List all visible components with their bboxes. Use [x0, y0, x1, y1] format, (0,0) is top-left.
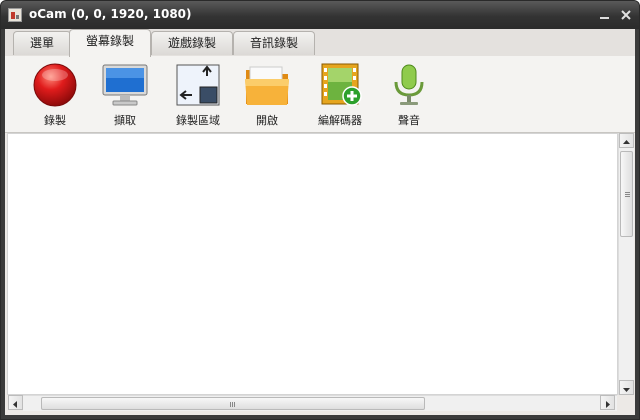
open-label: 開啟: [256, 114, 278, 127]
arrow-right-icon: [606, 401, 610, 408]
scroll-right-button[interactable]: [600, 395, 615, 410]
codec-label: 編解碼器: [318, 114, 362, 127]
capture-label: 擷取: [114, 114, 136, 127]
tab-audio-record[interactable]: 音訊錄製: [233, 31, 315, 55]
record-button[interactable]: 錄製: [27, 56, 83, 132]
toolbar: 錄製 擷取 錄製區域 開啟 編解碼器 聲音: [5, 56, 635, 133]
scroll-left-button[interactable]: [8, 395, 23, 410]
open-button[interactable]: 開啟: [241, 56, 293, 132]
scroll-down-button[interactable]: [619, 380, 634, 395]
title-bar[interactable]: oCam (0, 0, 1920, 1080): [1, 1, 639, 29]
record-area-label: 錄製區域: [176, 114, 220, 127]
tab-game-record[interactable]: 遊戲錄製: [151, 31, 233, 55]
arrow-left-icon: [13, 401, 17, 408]
app-icon[interactable]: [8, 8, 22, 22]
record-label: 錄製: [44, 114, 66, 127]
arrow-down-icon: [623, 388, 630, 392]
capture-button[interactable]: 擷取: [97, 56, 153, 132]
microphone-icon: [394, 64, 424, 105]
vertical-scroll-thumb[interactable]: [620, 151, 633, 237]
tab-menu[interactable]: 選單: [13, 31, 71, 55]
scroll-up-button[interactable]: [619, 133, 634, 148]
film-codec-icon: [321, 63, 362, 106]
codec-button[interactable]: 編解碼器: [307, 56, 373, 132]
folder-icon: [245, 66, 289, 105]
resize-area-icon: [176, 64, 220, 106]
horizontal-scroll-thumb[interactable]: [41, 397, 425, 410]
client-area: 選單 螢幕錄製 遊戲錄製 音訊錄製 錄製 擷取 錄製區域 開啟 編解碼器 聲音: [5, 29, 635, 415]
close-button[interactable]: [617, 6, 635, 24]
horizontal-scrollbar[interactable]: [23, 395, 617, 411]
tab-bar: 選單 螢幕錄製 遊戲錄製 音訊錄製: [5, 29, 635, 57]
vertical-scrollbar[interactable]: [618, 133, 634, 395]
window-title: oCam (0, 0, 1920, 1080): [29, 7, 192, 21]
ocam-window: oCam (0, 0, 1920, 1080) 選單 螢幕錄製 遊戲錄製 音訊錄…: [0, 0, 640, 420]
sound-label: 聲音: [398, 114, 420, 127]
arrow-up-icon: [623, 140, 630, 144]
sound-button[interactable]: 聲音: [383, 56, 435, 132]
preview-area[interactable]: [7, 133, 618, 395]
minimize-button[interactable]: [596, 6, 614, 24]
record-icon: [33, 63, 77, 107]
close-icon: [621, 10, 631, 20]
record-area-button[interactable]: 錄製區域: [165, 56, 231, 132]
monitor-icon: [102, 64, 148, 106]
tab-screen-record[interactable]: 螢幕錄製: [69, 29, 151, 57]
